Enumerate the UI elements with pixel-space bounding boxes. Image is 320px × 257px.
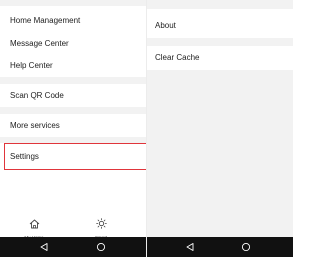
menu-item-label: Message Center <box>10 38 69 48</box>
menu-item-more-services[interactable]: More services <box>0 115 146 135</box>
menu-item-message-center[interactable]: Message Center <box>0 33 146 53</box>
menu-item-label: More services <box>10 120 60 130</box>
right-screen: About Clear Cache <box>147 0 293 257</box>
menu-item-label: Home Management <box>10 15 81 25</box>
system-nav-bar <box>147 237 293 257</box>
menu-item-label: Help Center <box>10 60 53 70</box>
menu-item-label: Clear Cache <box>155 52 200 62</box>
top-separator <box>0 0 146 6</box>
top-separator <box>147 0 293 9</box>
settings-highlight-box <box>4 143 146 170</box>
menu-item-label: Scan QR Code <box>10 90 64 100</box>
sun-icon <box>95 216 107 234</box>
bottom-tab-bar: My Home Smart <box>0 213 146 240</box>
menu-item-scan-qr-code[interactable]: Scan QR Code <box>0 85 146 105</box>
section-separator <box>0 77 146 84</box>
home-circle-icon[interactable] <box>240 241 252 253</box>
menu-item-about[interactable]: About <box>147 14 293 36</box>
section-separator <box>0 107 146 114</box>
back-icon[interactable] <box>184 241 196 253</box>
menu-item-help-center[interactable]: Help Center <box>0 55 146 75</box>
system-nav-bar <box>0 237 146 257</box>
home-icon <box>29 216 40 234</box>
home-circle-icon[interactable] <box>95 241 107 253</box>
menu-item-home-management[interactable]: Home Management <box>0 10 146 30</box>
section-separator <box>147 38 293 46</box>
menu-item-clear-cache[interactable]: Clear Cache <box>147 46 293 68</box>
menu-item-label: About <box>155 20 176 30</box>
back-icon[interactable] <box>38 241 50 253</box>
left-screen: Home Management Message Center Help Cent… <box>0 0 147 257</box>
empty-content-area <box>147 70 293 237</box>
